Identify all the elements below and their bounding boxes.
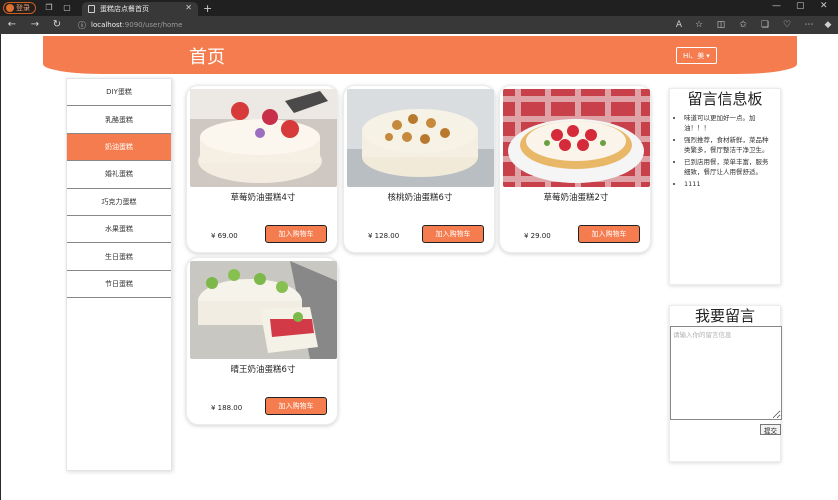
sidebar-item-wedding[interactable]: 婚礼蛋糕 [67,161,171,189]
workspaces-icon[interactable]: ❐ [44,3,54,13]
product-card: 草莓奶油蛋糕2寸 ¥ 29.00 加入购物车 [499,85,651,253]
page-icon [88,5,95,13]
sidebar-item-cream[interactable]: 奶油蛋糕 [67,133,171,162]
minimize-icon[interactable]: — [772,1,781,11]
window-close-icon[interactable]: ✕ [820,1,828,11]
active-tab[interactable]: 蛋糕店点餐首页 ✕ [82,2,198,16]
sidebar-item-birthday[interactable]: 生日蛋糕 [67,243,171,271]
favorites-icon[interactable]: ✩ [737,19,749,31]
info-icon: ⓘ [78,20,86,30]
message-item: 味道可以更加好一点。加油！！！ [684,114,774,133]
add-to-cart-button[interactable]: 加入购物车 [422,225,484,243]
product-price: ¥ 69.00 [211,232,238,240]
sidebar-item-fruit[interactable]: 水果蛋糕 [67,216,171,244]
product-name: 核桃奶油蛋糕6寸 [387,193,453,203]
back-icon[interactable]: ← [6,19,18,31]
message-item: 强烈推荐，食材新鲜，菜品种类繁多，餐厅整洁干净卫生。 [684,136,774,155]
product-name: 草莓奶油蛋糕4寸 [230,193,296,203]
user-dropdown[interactable]: Hi、美 ▾ [676,47,717,64]
page-header: 首页 Hi、美 ▾ [43,36,797,74]
address-toolbar: ← → ↻ ⓘ localhost:9090/user/home A ☆ ◫ ✩… [0,16,838,34]
sidebar-item-diy[interactable]: DIY蛋糕 [67,79,171,107]
category-sidebar: DIY蛋糕 乳酪蛋糕 奶油蛋糕 婚礼蛋糕 巧克力蛋糕 水果蛋糕 生日蛋糕 节日蛋… [66,78,172,471]
sidebar-item-chocolate[interactable]: 巧克力蛋糕 [67,189,171,216]
product-card: 草莓奶油蛋糕4寸 ¥ 69.00 加入购物车 [186,85,338,253]
refresh-icon[interactable]: ↻ [51,19,63,31]
add-to-cart-button[interactable]: 加入购物车 [578,225,640,243]
profile-label: 登录 [16,4,30,12]
chevron-down-icon: ▾ [706,51,710,60]
browser-tab-bar: 登录 ❐ ▢ 蛋糕店点餐首页 ✕ + — ▢ ✕ [0,0,838,16]
product-price: ¥ 128.00 [368,232,400,240]
product-card: 晴王奶油蛋糕6寸 ¥ 188.00 加入购物车 [186,257,338,425]
favorite-star-icon[interactable]: ☆ [693,19,705,31]
leave-message-title: 我要留言 [694,307,755,325]
avatar-icon [6,4,14,12]
message-item: 1111 [684,180,774,190]
add-to-cart-button[interactable]: 加入购物车 [265,225,327,243]
product-image[interactable] [190,261,337,359]
message-input[interactable] [670,326,782,420]
product-image[interactable] [347,89,494,187]
product-image[interactable] [190,89,337,187]
leave-message-panel: 我要留言 提交 [669,305,782,462]
message-board-title: 留言信息板 [687,90,763,108]
collections-icon[interactable]: ❏ [759,19,771,31]
tab-title: 蛋糕店点餐首页 [100,5,149,13]
add-to-cart-button[interactable]: 加入购物车 [265,397,327,415]
user-greeting: Hi、美 [683,51,705,60]
sidebar-item-festival[interactable]: 节日蛋糕 [67,271,171,299]
address-bar[interactable]: ⓘ localhost:9090/user/home [78,19,663,31]
close-tab-icon[interactable]: ✕ [185,3,192,12]
message-item: 已到店用餐，菜单丰富，服务细致，餐厅让人用餐舒适。 [684,158,774,177]
split-screen-icon[interactable]: ◫ [715,19,727,31]
web-page: 首页 Hi、美 ▾ DIY蛋糕 乳酪蛋糕 奶油蛋糕 婚礼蛋糕 巧克力蛋糕 水果蛋… [0,34,838,500]
maximize-icon[interactable]: ▢ [796,1,805,11]
forward-icon[interactable]: → [29,19,41,31]
product-card: 核桃奶油蛋糕6寸 ¥ 128.00 加入购物车 [343,85,495,253]
submit-button[interactable]: 提交 [760,424,781,435]
profile-button[interactable]: 登录 [3,2,36,14]
more-icon[interactable]: ⋯ [803,19,815,31]
new-tab-icon[interactable]: + [203,2,212,15]
tab-actions-icon[interactable]: ▢ [62,3,72,13]
read-aloud-icon[interactable]: A [673,19,685,31]
product-price: ¥ 188.00 [211,404,243,412]
sidebar-item-cheese[interactable]: 乳酪蛋糕 [67,106,171,134]
product-name: 草莓奶油蛋糕2寸 [543,193,609,203]
message-board: 留言信息板 味道可以更加好一点。加油！！！ 强烈推荐，食材新鲜，菜品种类繁多，餐… [669,88,781,285]
message-list: 味道可以更加好一点。加油！！！ 强烈推荐，食材新鲜，菜品种类繁多，餐厅整洁干净卫… [670,114,780,190]
url-host: localhost [91,21,123,29]
copilot-icon[interactable]: ♡ [781,19,793,31]
product-price: ¥ 29.00 [524,232,551,240]
product-image[interactable] [503,89,650,187]
sidebar-copilot-icon[interactable]: ◆ [822,19,834,31]
product-name: 晴王奶油蛋糕6寸 [230,365,296,375]
page-title: 首页 [189,47,225,68]
url-path: :9090/user/home [122,21,183,29]
